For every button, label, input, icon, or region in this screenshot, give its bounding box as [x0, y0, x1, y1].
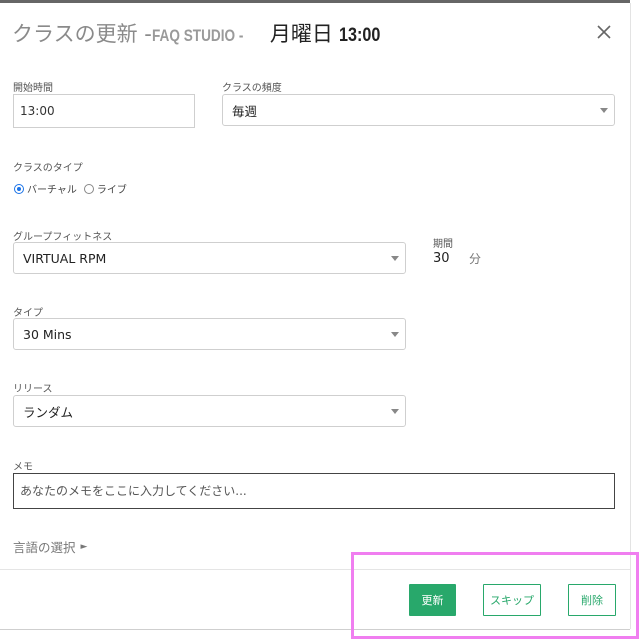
release-label: リリース	[13, 384, 53, 395]
radio-live-label[interactable]: ライブ	[97, 181, 127, 196]
title-day: 月曜日	[269, 22, 333, 46]
modal-bottom-border	[0, 629, 630, 630]
group-fitness-select[interactable]: VIRTUAL RPM	[13, 242, 406, 274]
title-studio: FAQ STUDIO -	[151, 26, 244, 45]
class-type-radio-group: バーチャル ライブ	[14, 181, 134, 196]
footer-divider	[0, 569, 630, 570]
start-time-input[interactable]: 13:00	[13, 94, 195, 128]
skip-button[interactable]: スキップ	[483, 584, 541, 616]
frequency-value: 毎週	[232, 103, 258, 119]
start-time-value: 13:00	[20, 104, 55, 118]
start-time-label: 開始時間	[13, 83, 53, 94]
radio-virtual-label[interactable]: バーチャル	[27, 181, 77, 196]
release-value: ランダム	[23, 404, 74, 420]
chevron-down-icon	[391, 409, 399, 414]
frequency-select[interactable]: 毎週	[222, 94, 615, 126]
title-main: クラスの更新 -	[12, 22, 152, 46]
language-label: 言語の選択	[13, 540, 76, 555]
modal-title: クラスの更新 - FAQ STUDIO - 月曜日 13:00	[12, 18, 387, 48]
type-select[interactable]: 30 Mins	[13, 318, 406, 350]
memo-input[interactable]	[13, 473, 615, 509]
close-icon[interactable]	[594, 22, 614, 42]
frequency-label: クラスの頻度	[222, 83, 282, 94]
duration-unit: 分	[469, 252, 482, 266]
radio-live[interactable]	[83, 183, 94, 194]
type-label: タイプ	[13, 308, 43, 319]
chevron-down-icon	[600, 108, 608, 113]
delete-button[interactable]: 削除	[568, 584, 616, 616]
duration-value: 30	[433, 251, 450, 266]
group-fitness-value: VIRTUAL RPM	[23, 250, 107, 266]
arrow-right-icon: ►	[80, 541, 88, 552]
top-border	[0, 0, 630, 3]
modal-right-edge	[630, 3, 631, 629]
chevron-down-icon	[391, 256, 399, 261]
group-fitness-label: グループフィットネス	[13, 232, 113, 243]
type-value: 30 Mins	[23, 326, 72, 342]
duration-label: 期間	[433, 239, 453, 250]
class-type-label: クラスのタイプ	[13, 163, 83, 174]
release-select[interactable]: ランダム	[13, 395, 406, 427]
language-toggle[interactable]: 言語の選択 ►	[13, 537, 87, 556]
title-time: 13:00	[338, 25, 381, 46]
chevron-down-icon	[391, 332, 399, 337]
update-button[interactable]: 更新	[409, 584, 456, 616]
radio-virtual[interactable]	[14, 183, 24, 194]
memo-label: メモ	[13, 462, 33, 473]
